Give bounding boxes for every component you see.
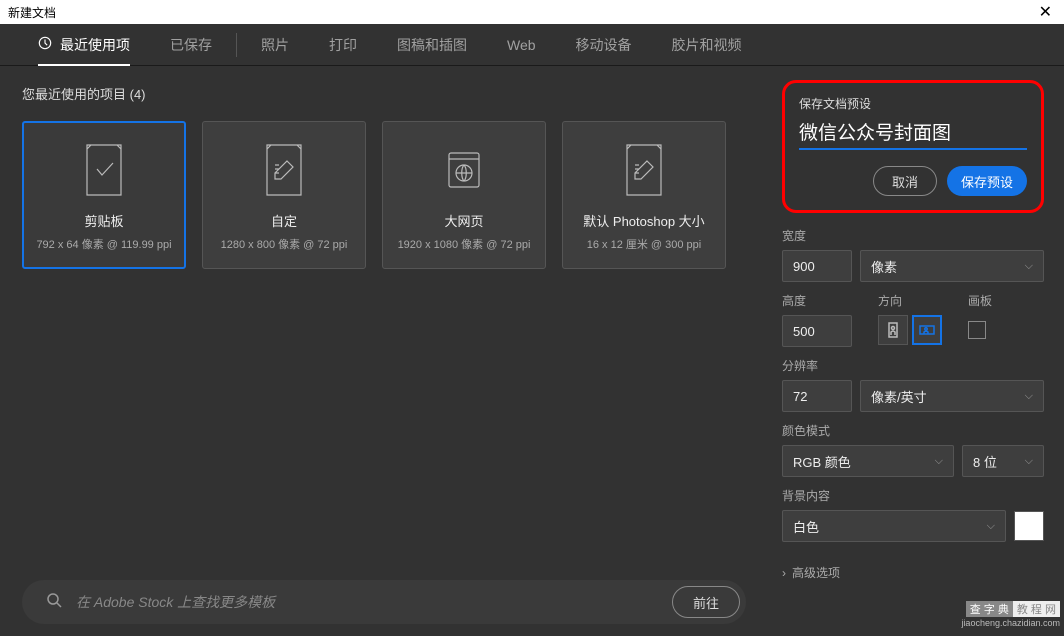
tab-label: 已保存 xyxy=(170,35,212,55)
bgcontent-group: 背景内容 白色 ⌵ xyxy=(782,487,1044,542)
orientation-label: 方向 xyxy=(878,292,942,309)
bgcontent-label: 背景内容 xyxy=(782,487,1044,504)
resolution-unit-value: 像素/英寸 xyxy=(871,387,927,406)
chevron-down-icon: ⌵ xyxy=(987,520,995,533)
tab-print[interactable]: 打印 xyxy=(311,24,375,66)
clock-icon xyxy=(38,36,52,53)
save-preset-box: 保存文档预设 取消 保存预设 xyxy=(782,80,1044,213)
width-group: 宽度 像素 ⌵ xyxy=(782,227,1044,282)
card-subtitle: 1280 x 800 像素 @ 72 ppi xyxy=(221,236,348,252)
card-subtitle: 792 x 64 像素 @ 119.99 ppi xyxy=(36,236,171,252)
watermark-a: 查 字 典 xyxy=(966,601,1013,617)
tab-film[interactable]: 胶片和视频 xyxy=(654,24,760,66)
artboard-checkbox[interactable] xyxy=(968,321,986,339)
tab-saved[interactable]: 已保存 xyxy=(152,24,230,66)
left-panel: 您最近使用的项目 (4) 剪贴板 792 x 64 像素 @ 119.99 pp… xyxy=(0,66,768,636)
width-input[interactable] xyxy=(782,250,852,282)
preset-box-label: 保存文档预设 xyxy=(799,95,1027,112)
bgcontent-select[interactable]: 白色 ⌵ xyxy=(782,510,1006,542)
save-preset-button[interactable]: 保存预设 xyxy=(947,166,1027,196)
tab-divider xyxy=(236,33,237,57)
window-title: 新建文档 xyxy=(8,4,56,21)
card-title: 大网页 xyxy=(444,211,483,230)
card-title: 默认 Photoshop 大小 xyxy=(583,211,704,230)
watermark: 查 字 典 教 程 网 jiaocheng.chazidian.com xyxy=(961,601,1060,628)
card-subtitle: 16 x 12 厘米 @ 300 ppi xyxy=(587,236,702,252)
tab-web[interactable]: Web xyxy=(489,24,554,66)
right-panel: 保存文档预设 取消 保存预设 宽度 像素 ⌵ xyxy=(768,66,1064,636)
tab-label: 最近使用项 xyxy=(60,35,130,55)
resolution-label: 分辨率 xyxy=(782,357,1044,374)
resolution-group: 分辨率 像素/英寸 ⌵ xyxy=(782,357,1044,412)
preset-card-web[interactable]: 大网页 1920 x 1080 像素 @ 72 ppi xyxy=(382,121,546,269)
height-input[interactable] xyxy=(782,315,852,347)
card-list: 剪贴板 792 x 64 像素 @ 119.99 ppi 自定 1280 x 8… xyxy=(22,121,768,269)
tab-photo[interactable]: 照片 xyxy=(243,24,307,66)
titlebar: 新建文档 ✕ xyxy=(0,0,1064,24)
resolution-input[interactable] xyxy=(782,380,852,412)
advanced-options-toggle[interactable]: › 高级选项 xyxy=(782,564,1044,581)
preset-name-input[interactable] xyxy=(799,118,1027,150)
preset-card-clipboard[interactable]: 剪贴板 792 x 64 像素 @ 119.99 ppi xyxy=(22,121,186,269)
height-label: 高度 xyxy=(782,292,852,309)
tab-mobile[interactable]: 移动设备 xyxy=(558,24,650,66)
orientation-landscape[interactable] xyxy=(912,315,942,345)
card-title: 自定 xyxy=(271,211,297,230)
globe-icon xyxy=(441,139,487,201)
watermark-b: 教 程 网 xyxy=(1013,601,1060,617)
preset-card-default[interactable]: 默认 Photoshop 大小 16 x 12 厘米 @ 300 ppi xyxy=(562,121,726,269)
chevron-down-icon: ⌵ xyxy=(1025,455,1033,468)
chevron-down-icon: ⌵ xyxy=(1025,260,1033,273)
bgcontent-swatch[interactable] xyxy=(1014,511,1044,541)
colormode-select[interactable]: RGB 颜色 ⌵ xyxy=(782,445,954,477)
search-icon xyxy=(46,592,62,613)
advanced-label: 高级选项 xyxy=(792,564,840,581)
tab-label: 移动设备 xyxy=(576,35,632,55)
bgcontent-value: 白色 xyxy=(793,517,819,536)
colordepth-select[interactable]: 8 位 ⌵ xyxy=(962,445,1044,477)
tab-label: 胶片和视频 xyxy=(672,35,742,55)
preset-card-custom[interactable]: 自定 1280 x 800 像素 @ 72 ppi xyxy=(202,121,366,269)
tab-label: Web xyxy=(507,37,536,53)
resolution-unit-select[interactable]: 像素/英寸 ⌵ xyxy=(860,380,1044,412)
tab-label: 照片 xyxy=(261,35,289,55)
width-unit-select[interactable]: 像素 ⌵ xyxy=(860,250,1044,282)
width-label: 宽度 xyxy=(782,227,1044,244)
card-title: 剪贴板 xyxy=(84,211,123,230)
preset-buttons: 取消 保存预设 xyxy=(799,166,1027,196)
clipboard-icon xyxy=(81,139,127,201)
pencil-ruler-icon xyxy=(621,139,667,201)
tab-art[interactable]: 图稿和插图 xyxy=(379,24,485,66)
recent-items-label: 您最近使用的项目 (4) xyxy=(22,84,768,103)
orientation-portrait[interactable] xyxy=(878,315,908,345)
chevron-down-icon: ⌵ xyxy=(935,455,943,468)
colormode-label: 颜色模式 xyxy=(782,422,1044,439)
close-icon[interactable]: ✕ xyxy=(1035,2,1056,22)
search-bar: 前往 xyxy=(22,580,746,624)
colormode-value: RGB 颜色 xyxy=(793,452,851,471)
height-orient-group: 高度 方向 xyxy=(782,292,1044,347)
go-button[interactable]: 前往 xyxy=(672,586,740,618)
card-subtitle: 1920 x 1080 像素 @ 72 ppi xyxy=(398,236,531,252)
tab-bar: 最近使用项 已保存 照片 打印 图稿和插图 Web 移动设备 胶片和视频 xyxy=(0,24,1064,66)
chevron-right-icon: › xyxy=(782,566,786,580)
watermark-url: jiaocheng.chazidian.com xyxy=(961,618,1060,628)
tab-label: 图稿和插图 xyxy=(397,35,467,55)
cancel-button[interactable]: 取消 xyxy=(873,166,937,196)
colordepth-value: 8 位 xyxy=(973,452,997,471)
width-unit-value: 像素 xyxy=(871,257,897,276)
tab-label: 打印 xyxy=(329,35,357,55)
artboard-label: 画板 xyxy=(968,292,992,309)
pencil-ruler-icon xyxy=(261,139,307,201)
content-row: 您最近使用的项目 (4) 剪贴板 792 x 64 像素 @ 119.99 pp… xyxy=(0,66,1064,636)
chevron-down-icon: ⌵ xyxy=(1025,390,1033,403)
main-area: 最近使用项 已保存 照片 打印 图稿和插图 Web 移动设备 胶片和视频 您最近… xyxy=(0,24,1064,636)
colormode-group: 颜色模式 RGB 颜色 ⌵ 8 位 ⌵ xyxy=(782,422,1044,477)
tab-recent[interactable]: 最近使用项 xyxy=(20,24,148,66)
search-input[interactable] xyxy=(76,594,658,610)
